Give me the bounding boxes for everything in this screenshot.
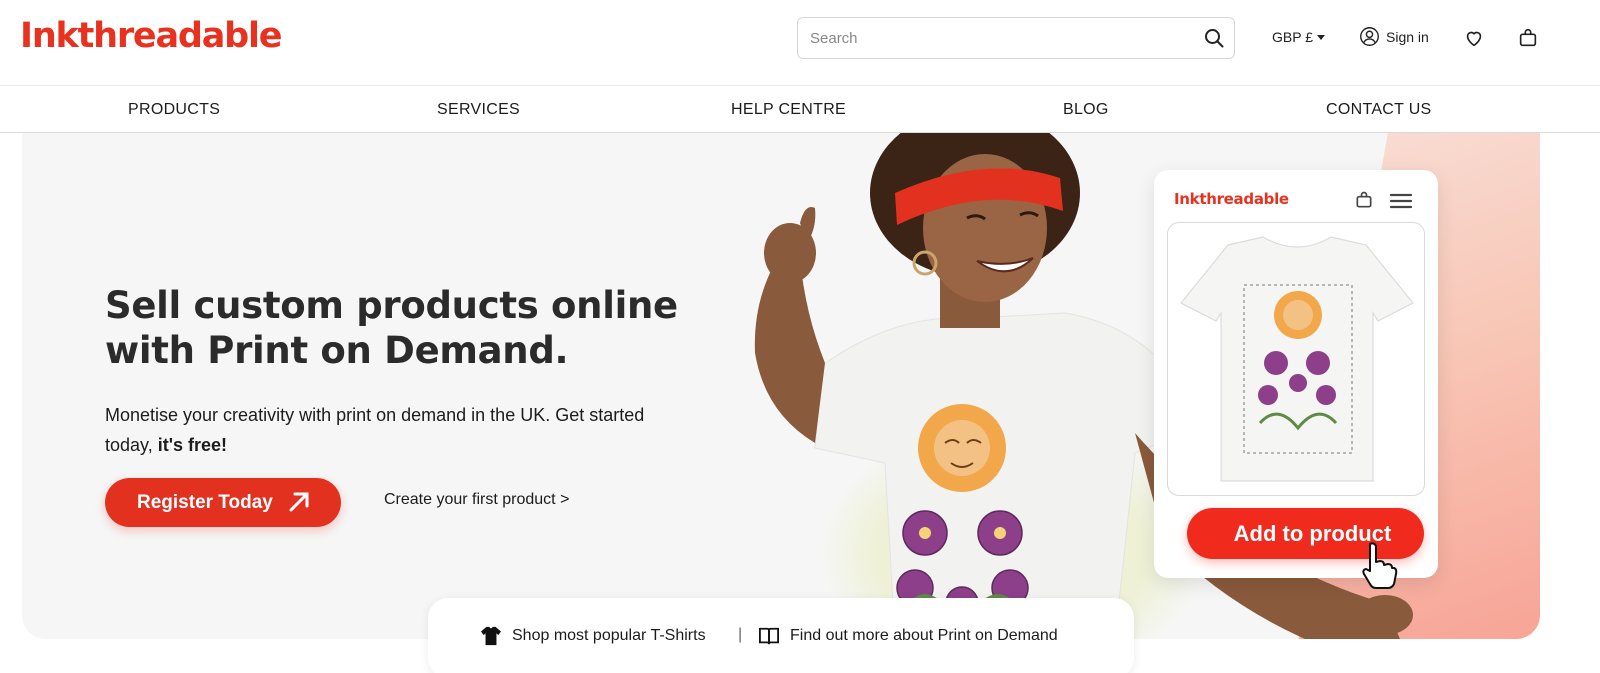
book-icon (759, 627, 779, 645)
currency-selector[interactable]: GBP £ (1272, 29, 1325, 45)
bag-icon[interactable] (1517, 27, 1539, 49)
hamburger-menu-icon (1389, 193, 1413, 209)
hero-headline: Sell custom products online with Print o… (105, 283, 745, 373)
subcopy-bold: it's free! (157, 435, 228, 455)
hero-subcopy: Monetise your creativity with print on d… (105, 400, 665, 460)
nav-item-help-centre[interactable]: HELP CENTRE (731, 101, 846, 119)
register-button[interactable]: Register Today (105, 478, 341, 527)
shop-tshirts-label: Shop most popular T-Shirts (512, 627, 706, 644)
quick-links-bar: Shop most popular T-Shirts | Find out mo… (428, 598, 1134, 673)
site-logo[interactable]: Inkthreadable (20, 16, 283, 56)
shop-tshirts-link[interactable]: Shop most popular T-Shirts (480, 626, 706, 646)
main-nav: PRODUCTS SERVICES HELP CENTRE BLOG CONTA… (0, 87, 1600, 133)
product-preview-card (1167, 222, 1425, 496)
heart-icon[interactable] (1463, 27, 1485, 49)
nav-item-contact-us[interactable]: CONTACT US (1326, 101, 1432, 119)
headline-line-2: with Print on Demand. (105, 329, 569, 372)
link-separator: | (738, 626, 743, 643)
search-icon[interactable] (1202, 26, 1226, 50)
tshirt-preview-image (1180, 236, 1414, 482)
pointer-hand-icon (1362, 542, 1398, 589)
headline-line-1: Sell custom products online (105, 284, 678, 327)
arrow-up-right-icon (289, 492, 309, 512)
bag-icon (1356, 191, 1372, 208)
nav-item-blog[interactable]: BLOG (1063, 101, 1109, 119)
user-icon (1360, 27, 1379, 46)
find-out-more-label: Find out more about Print on Demand (790, 627, 1058, 644)
tshirt-icon (481, 626, 501, 646)
create-first-product-link[interactable]: Create your first product > (384, 491, 569, 509)
sign-in-link[interactable]: Sign in (1359, 26, 1429, 47)
register-label: Register Today (137, 491, 273, 513)
nav-item-products[interactable]: PRODUCTS (128, 101, 220, 119)
caret-down-icon (1317, 34, 1325, 40)
nav-item-services[interactable]: SERVICES (437, 101, 520, 119)
search-box (797, 17, 1235, 59)
mockup-logo: Inkthreadable (1174, 190, 1289, 208)
currency-label: GBP £ (1272, 29, 1313, 45)
find-out-more-link[interactable]: Find out more about Print on Demand (758, 626, 1058, 646)
sign-in-label: Sign in (1386, 28, 1429, 45)
site-header: Inkthreadable GBP £ Sign in (0, 0, 1600, 86)
search-input[interactable] (810, 18, 1190, 58)
